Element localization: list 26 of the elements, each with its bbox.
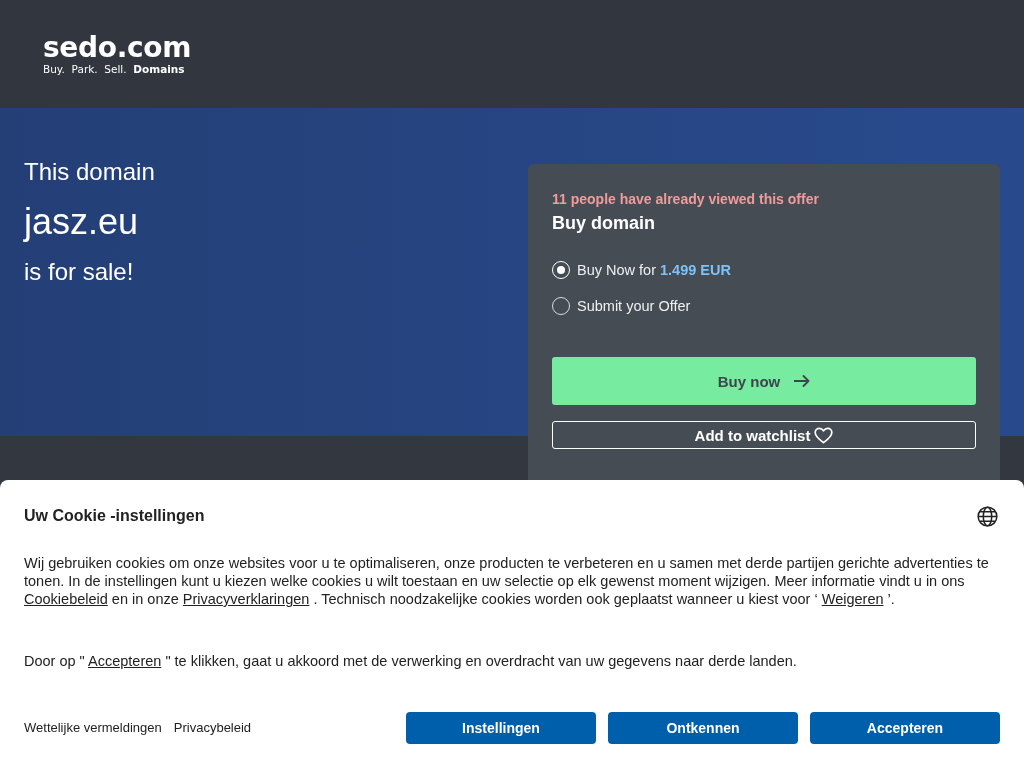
option-label: Submit your Offer: [577, 298, 691, 314]
arrow-right-icon: [794, 375, 811, 387]
watchlist-button[interactable]: Add to watchlist: [552, 421, 976, 449]
cookie-title: Uw Cookie -instellingen: [24, 506, 205, 526]
cookie-text: Door op " Accepteren " te klikken, gaat u akkoord met de verwerking en overdracht van uw gegevens naar derde landen.: [24, 652, 798, 670]
heart-icon: [814, 426, 834, 444]
buy-now-button[interactable]: Buy now: [552, 357, 976, 405]
domain-name: jasz.eu: [24, 200, 140, 244]
logo-tagline: Buy. Park. Sell. Domains: [43, 63, 186, 75]
footer-link[interactable]: Wettelijke vermeldingen: [24, 720, 162, 736]
views-notice: 11 people have already viewed this offer: [552, 190, 819, 209]
card-title: Buy domain: [552, 212, 655, 235]
text-link[interactable]: Privacyverklaringen: [182, 591, 310, 607]
text-link[interactable]: Accepteren: [88, 653, 162, 669]
cookie-button[interactable]: Ontkennen: [608, 712, 798, 744]
text-link[interactable]: Weigeren: [821, 591, 884, 607]
logo-wordmark[interactable]: sedo.com: [43, 33, 192, 63]
cookie-text: Wij gebruiken cookies om onze websites voor u te optimaliseren, onze producten te verbeteren en u samen met derde partijen gerichte advertenties te tonen. In de instellingen kunt u kiezen welke cookies u wilt toestaan en uw selectie op elk gewenst moment wijzigen. Meer informatie vindt u in ons Cookiebeleid en in onze Privacyverklaringen . Technisch noodzakelijke cookies worden ook geplaatst wanneer u kiest voor ‘ Weigeren ’.: [24, 554, 990, 608]
hero-intro: This domain: [24, 157, 155, 187]
text-link[interactable]: Cookiebeleid: [24, 591, 108, 607]
option-label: Buy Now for 1.499 EUR: [577, 262, 731, 278]
cookie-button[interactable]: Accepteren: [810, 712, 1000, 744]
cookie-button[interactable]: Instellingen: [406, 712, 596, 744]
hero-outro: is for sale!: [24, 257, 135, 287]
globe-icon[interactable]: [977, 505, 998, 527]
footer-link[interactable]: Privacybeleid: [173, 720, 252, 736]
